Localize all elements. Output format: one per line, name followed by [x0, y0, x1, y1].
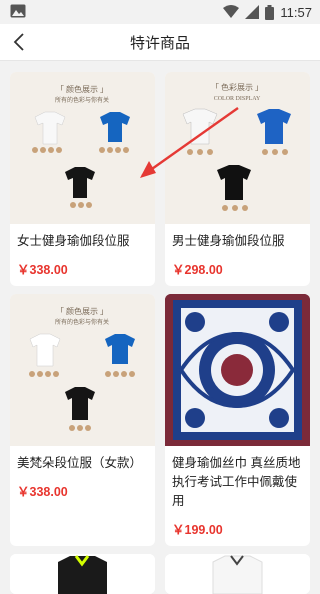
product-photo-partial — [10, 554, 155, 594]
product-grid: 「 颜色展示 」 所有的色彩与你有关 女士健身瑜伽段位服 ￥338.00 「 色… — [10, 72, 310, 594]
product-info: 健身瑜伽丝巾 真丝质地执行考试工作中佩戴使用 ￥199.00 — [165, 446, 310, 546]
signal-icon — [245, 5, 260, 19]
product-image: 「 色彩展示 」 COLOR DISPLAY — [165, 72, 310, 224]
product-name: 美梵朵段位服（女款） — [17, 456, 143, 470]
product-price: ￥338.00 — [17, 485, 68, 499]
product-photo: 「 颜色展示 」 所有的色彩与你有关 — [32, 84, 130, 208]
product-image: 「 颜色展示 」 所有的色彩与你有关 — [10, 294, 155, 446]
product-card[interactable]: 「 色彩展示 」 COLOR DISPLAY 男士健身瑜伽段位服 ￥298.00 — [165, 72, 310, 286]
battery-icon — [265, 4, 275, 20]
image-caption-title: 「 色彩展示 」 — [211, 82, 263, 92]
image-caption-sub: COLOR DISPLAY — [214, 96, 261, 102]
product-price: ￥338.00 — [17, 263, 68, 277]
app-header: 特许商品 — [0, 24, 320, 61]
image-caption-title: 「 颜色展示 」 — [56, 84, 108, 94]
product-info: 美梵朵段位服（女款） ￥338.00 — [10, 446, 155, 508]
product-card-partial[interactable] — [10, 554, 155, 594]
product-card[interactable]: 「 颜色展示 」 所有的色彩与你有关 女士健身瑜伽段位服 ￥338.00 — [10, 72, 155, 286]
product-photo: 「 颜色展示 」 所有的色彩与你有关 — [29, 306, 135, 431]
product-name: 女士健身瑜伽段位服 — [17, 234, 130, 248]
image-caption-sub: 所有的色彩与你有关 — [55, 318, 109, 326]
image-caption-sub: 所有的色彩与你有关 — [55, 96, 109, 104]
product-name: 男士健身瑜伽段位服 — [172, 234, 285, 248]
image-icon — [10, 4, 26, 18]
wifi-icon — [223, 5, 240, 18]
status-time: 11:57 — [280, 4, 312, 20]
status-bar: 11:57 — [0, 0, 320, 24]
product-card[interactable]: 「 颜色展示 」 所有的色彩与你有关 美梵朵段位服（女款） ￥338.00 — [10, 294, 155, 546]
product-price: ￥298.00 — [172, 263, 223, 277]
image-caption-title: 「 颜色展示 」 — [56, 306, 108, 316]
product-image: 「 颜色展示 」 所有的色彩与你有关 — [10, 72, 155, 224]
product-photo: 「 色彩展示 」 COLOR DISPLAY — [182, 82, 291, 211]
product-info: 男士健身瑜伽段位服 ￥298.00 — [165, 224, 310, 286]
product-image — [165, 294, 310, 446]
product-card-partial[interactable] — [165, 554, 310, 594]
product-card[interactable]: 健身瑜伽丝巾 真丝质地执行考试工作中佩戴使用 ￥199.00 — [165, 294, 310, 546]
product-price: ￥199.00 — [172, 523, 223, 537]
product-info: 女士健身瑜伽段位服 ￥338.00 — [10, 224, 155, 286]
scarf-pattern — [165, 294, 310, 446]
product-photo-partial — [165, 554, 310, 594]
product-name: 健身瑜伽丝巾 真丝质地执行考试工作中佩戴使用 — [172, 456, 301, 508]
page-title: 特许商品 — [129, 35, 190, 52]
